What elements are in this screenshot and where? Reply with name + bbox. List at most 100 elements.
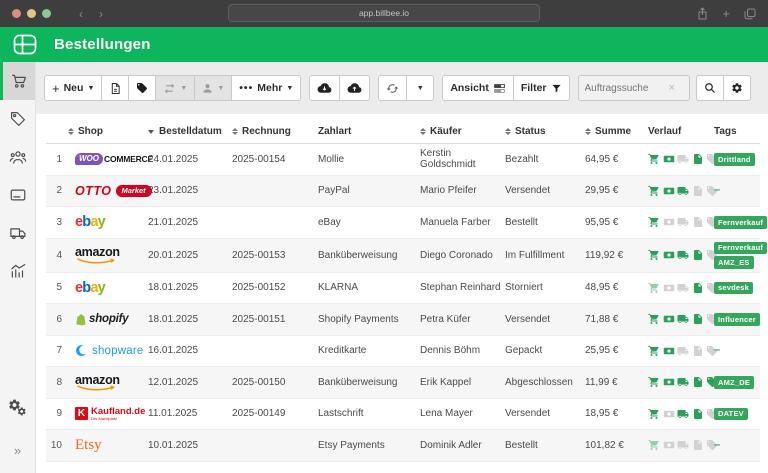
order-row-7[interactable]: 7shopware16.01.2025KreditkarteDennis Böh… bbox=[46, 336, 760, 368]
order-row-8[interactable]: 8amazon12.01.20252025-00150Banküberweisu… bbox=[46, 367, 760, 399]
new-order-button[interactable]: + Neu▼ bbox=[44, 75, 102, 101]
order-row-1[interactable]: 1WOOCOMMERCE24.01.20252025-00154MollieKe… bbox=[46, 144, 760, 176]
verlauf-cart-icon bbox=[648, 408, 660, 420]
cell-row-number: 1 bbox=[46, 154, 62, 165]
view-button[interactable]: Ansicht bbox=[442, 75, 514, 101]
column-header-käufer[interactable]: Käufer bbox=[420, 126, 505, 137]
verlauf-file-icon bbox=[692, 313, 704, 325]
tag-badge[interactable]: sevdesk bbox=[714, 282, 753, 295]
shop-logo-shopware: shopware bbox=[75, 344, 143, 357]
column-header-status[interactable]: Status bbox=[505, 126, 585, 137]
assign-user-button: ▼ bbox=[195, 75, 232, 101]
sidebar-item-customers[interactable] bbox=[0, 138, 35, 176]
dots-icon: ••• bbox=[239, 82, 253, 94]
verlauf-money-icon bbox=[663, 439, 675, 451]
cell-kaeufer: Erik Kappel bbox=[420, 377, 505, 388]
cell-bestelldatum: 11.01.2025 bbox=[148, 408, 232, 419]
cell-zahlart: Lastschrift bbox=[318, 408, 420, 419]
sidebar-item-payments[interactable] bbox=[0, 176, 35, 214]
refresh-button[interactable] bbox=[378, 75, 407, 101]
browser-forward-icon[interactable]: › bbox=[99, 7, 103, 21]
address-bar[interactable]: app.billbee.io bbox=[228, 4, 540, 22]
cell-tags: DATEV bbox=[714, 405, 760, 424]
tag-badge[interactable]: Drittland bbox=[714, 153, 755, 166]
order-row-5[interactable]: 5ebay18.01.20252025-00152KLARNAStephan R… bbox=[46, 273, 760, 305]
sidebar-item-shipping[interactable] bbox=[0, 214, 35, 252]
order-row-2[interactable]: 2OTTOMarket23.01.2025PayPalMario Pfeifer… bbox=[46, 176, 760, 208]
billbee-logo-icon[interactable] bbox=[13, 34, 37, 55]
zoom-window-icon[interactable] bbox=[42, 9, 51, 18]
cell-shop: shopify bbox=[62, 313, 148, 326]
sidebar-item-products[interactable] bbox=[0, 100, 35, 138]
search-icon bbox=[704, 82, 716, 94]
sidebar-item-orders[interactable] bbox=[0, 62, 35, 100]
cell-zahlart: Etsy Payments bbox=[318, 440, 420, 451]
column-label: Käufer bbox=[430, 126, 462, 137]
order-row-4[interactable]: 4amazon20.01.20252025-00153Banküberweisu… bbox=[46, 239, 760, 273]
cell-status: Bezahlt bbox=[505, 154, 585, 165]
cell-rechnung: 2025-00152 bbox=[232, 282, 318, 293]
order-row-3[interactable]: 3ebay21.01.2025eBayManuela FarberBestell… bbox=[46, 207, 760, 239]
column-label: Rechnung bbox=[242, 126, 291, 137]
cell-rechnung: 2025-00150 bbox=[232, 377, 318, 388]
clear-search-icon[interactable]: × bbox=[669, 82, 675, 94]
tag-badge[interactable]: Fernverkauf bbox=[714, 216, 767, 229]
tag-badge[interactable]: DATEV bbox=[714, 408, 748, 421]
column-header-bestelldatum[interactable]: Bestelldatum bbox=[148, 126, 232, 137]
tag-badge[interactable]: Fernverkauf bbox=[714, 242, 767, 255]
cloud-upload-button[interactable] bbox=[340, 75, 370, 101]
pdf-document-button[interactable] bbox=[102, 75, 129, 101]
tabs-overview-icon[interactable] bbox=[744, 8, 756, 20]
cell-summe: 25,95 € bbox=[585, 345, 648, 356]
cell-verlauf bbox=[648, 439, 714, 451]
order-search-input[interactable] bbox=[585, 83, 669, 94]
share-icon[interactable] bbox=[697, 7, 708, 20]
verlauf-money-icon bbox=[663, 376, 675, 388]
more-menu-button[interactable]: ••• Mehr▼ bbox=[232, 75, 301, 101]
cell-zahlart: PayPal bbox=[318, 185, 420, 196]
cloud-download-icon bbox=[317, 82, 332, 94]
filter-button[interactable]: Filter bbox=[514, 75, 570, 101]
sort-icon bbox=[232, 128, 238, 135]
order-search-box[interactable]: × bbox=[578, 75, 690, 101]
cell-kaeufer: Petra Küfer bbox=[420, 314, 505, 325]
minimize-window-icon[interactable] bbox=[27, 9, 36, 18]
cell-verlauf bbox=[648, 216, 714, 228]
verlauf-truck-icon bbox=[677, 345, 689, 357]
order-row-10[interactable]: 10Etsy10.01.2025Etsy PaymentsDominik Adl… bbox=[46, 430, 760, 462]
tag-badge[interactable]: AMZ_DE bbox=[714, 376, 754, 389]
refresh-icon bbox=[386, 82, 399, 95]
cell-verlauf bbox=[648, 153, 714, 165]
order-row-6[interactable]: 6shopify18.01.20252025-00151Shopify Paym… bbox=[46, 304, 760, 336]
cell-status: Bestellt bbox=[505, 217, 585, 228]
cell-row-number: 8 bbox=[46, 377, 62, 388]
new-tab-icon[interactable]: + bbox=[722, 7, 730, 20]
cloud-download-button[interactable] bbox=[309, 75, 340, 101]
tag-badge[interactable]: Influencer bbox=[714, 313, 760, 326]
shop-logo-ebay: ebay bbox=[75, 214, 105, 230]
table-settings-button[interactable] bbox=[724, 75, 751, 101]
sidebar-item-reports[interactable] bbox=[0, 252, 35, 290]
verlauf-file-icon bbox=[692, 439, 704, 451]
column-header-rechnung[interactable]: Rechnung bbox=[232, 126, 318, 137]
sidebar-item-settings[interactable] bbox=[0, 389, 35, 427]
cell-summe: 119,92 € bbox=[585, 250, 648, 261]
verlauf-file-icon bbox=[692, 249, 704, 261]
column-header-summe[interactable]: Summe bbox=[585, 126, 648, 137]
cell-bestelldatum: 23.01.2025 bbox=[148, 185, 232, 196]
column-header-shop[interactable]: Shop bbox=[62, 126, 148, 137]
close-window-icon[interactable] bbox=[12, 9, 21, 18]
column-label: Shop bbox=[78, 126, 103, 137]
refresh-options-button[interactable]: ▼ bbox=[407, 75, 434, 101]
order-row-9[interactable]: 9KKaufland.deDer Marktplatz11.01.2025202… bbox=[46, 399, 760, 431]
search-button[interactable] bbox=[696, 75, 724, 101]
browser-back-icon[interactable]: ‹ bbox=[79, 7, 83, 21]
verlauf-file-icon bbox=[692, 185, 704, 197]
page-title: Bestellungen bbox=[54, 36, 151, 53]
tag-button[interactable] bbox=[129, 75, 156, 101]
cell-zahlart: Banküberweisung bbox=[318, 250, 420, 261]
sidebar-item-expand[interactable]: » bbox=[0, 431, 35, 469]
tag-badge[interactable]: AMZ_ES bbox=[714, 256, 754, 269]
column-label: Tags bbox=[714, 126, 737, 137]
verlauf-file-icon bbox=[692, 408, 704, 420]
